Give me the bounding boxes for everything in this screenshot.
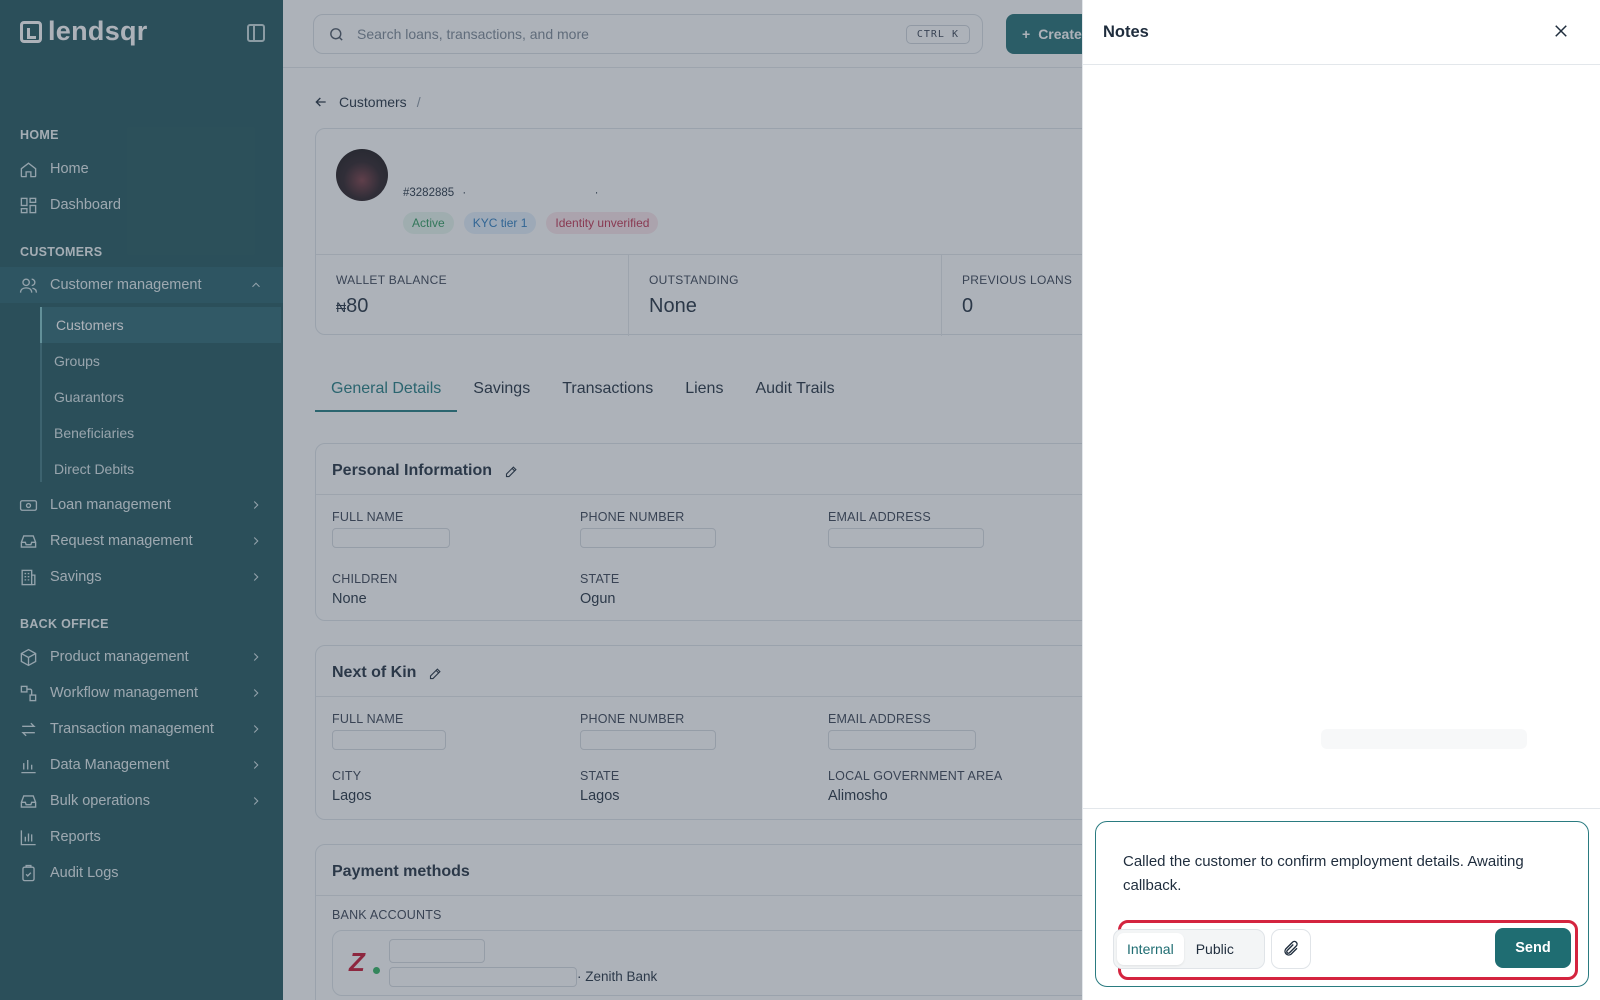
composer-divider (1083, 808, 1600, 809)
visibility-toggle: Internal Public (1113, 929, 1265, 969)
composer-toolbar: Internal Public Send (1113, 920, 1578, 980)
notes-header: Notes (1083, 0, 1600, 65)
notes-empty-placeholder (1321, 729, 1527, 749)
send-note-button[interactable]: Send (1495, 928, 1571, 968)
notes-drawer: Notes Called the customer to confirm emp… (1082, 0, 1600, 1000)
paperclip-icon (1284, 940, 1298, 956)
modal-backdrop[interactable] (0, 0, 1082, 1000)
note-composer: Called the customer to confirm employmen… (1095, 821, 1589, 987)
close-notes-button[interactable] (1552, 22, 1570, 40)
note-textarea[interactable]: Called the customer to confirm employmen… (1123, 850, 1563, 898)
notes-title: Notes (1103, 22, 1149, 41)
visibility-internal-option[interactable]: Internal (1117, 933, 1184, 965)
attach-file-button[interactable] (1271, 929, 1311, 969)
visibility-public-option[interactable]: Public (1186, 933, 1244, 965)
close-icon (1555, 25, 1567, 37)
